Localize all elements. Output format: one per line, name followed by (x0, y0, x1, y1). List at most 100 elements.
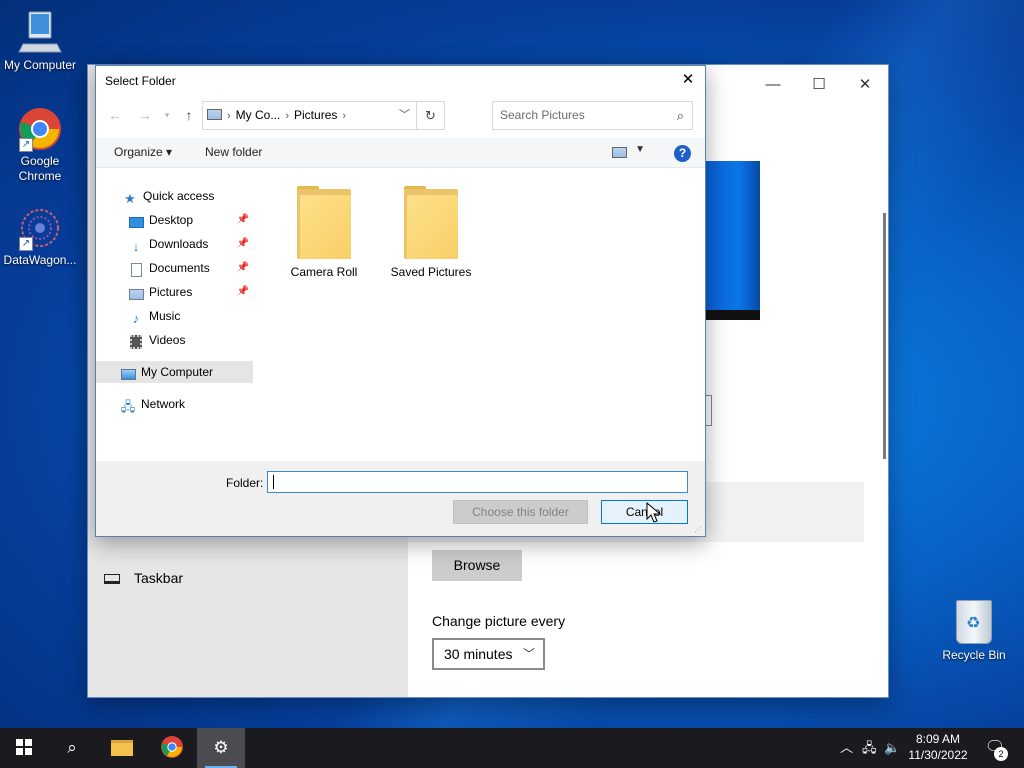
folder-icon (404, 186, 458, 259)
scrollbar[interactable] (883, 213, 886, 459)
maximize-button[interactable]: ☐ (796, 71, 842, 99)
nav-item-taskbar[interactable]: Taskbar (104, 570, 183, 586)
search-input[interactable]: Search Pictures ⌕ (492, 101, 693, 130)
pictures-icon (128, 288, 144, 302)
breadcrumb-separator-icon: › (342, 110, 347, 122)
desktop-icon-google-chrome[interactable]: ↗ Google Chrome (0, 106, 80, 184)
folder-name: Camera Roll (290, 265, 358, 279)
tree-item-label: Network (141, 397, 186, 411)
tree-item-quick-access[interactable]: ★ Quick access (96, 185, 253, 207)
desktop-icon-label: DataWagon... (3, 253, 77, 267)
minimize-button[interactable]: — (750, 71, 796, 99)
interval-select[interactable]: 30 minutes ﹀ (432, 638, 545, 670)
select-folder-dialog: Select Folder ✕ ← → ▾ ↑ › My Co... › Pictur… (95, 65, 706, 537)
up-button[interactable]: ↑ (179, 107, 199, 123)
chevron-down-icon[interactable]: ▼ (635, 144, 645, 155)
desktop-icon-label: Recycle Bin (942, 648, 1006, 662)
desktop-icon-my-computer[interactable]: My Computer (0, 10, 80, 73)
shortcut-arrow-icon: ↗ (19, 237, 33, 251)
organize-button[interactable]: Organize ▾ (114, 145, 172, 159)
address-row: ← → ▾ ↑ › My Co... › Pictures › ﹀ ↻ Search P… (96, 100, 705, 132)
tree-item-label: Videos (149, 333, 186, 347)
dialog-footer: Folder: Choose this folder Cancel ⋰ (96, 461, 705, 536)
breadcrumb-item[interactable]: My Co... (236, 108, 281, 122)
browse-button[interactable]: Browse (432, 550, 522, 581)
show-hidden-icons-button[interactable]: ︿ (840, 728, 853, 768)
tree-item-label: Desktop (149, 213, 194, 227)
tree-item-downloads[interactable]: ↓ Downloads 📌 (96, 233, 253, 255)
file-explorer-button[interactable] (98, 728, 146, 768)
breadcrumb-separator-icon: › (227, 110, 231, 122)
dialog-titlebar[interactable]: Select Folder ✕ (96, 66, 705, 96)
folder-label: Folder: (226, 476, 264, 490)
tree-item-documents[interactable]: Documents 📌 (96, 257, 253, 279)
nav-item-label: Taskbar (134, 570, 184, 586)
taskbar-icon (104, 574, 120, 585)
tree-item-label: Downloads (149, 237, 209, 251)
datawagon-icon: ↗ (17, 205, 63, 251)
tree-item-label: Music (149, 309, 181, 323)
pin-icon: 📌 (236, 286, 249, 297)
folder-field[interactable] (267, 471, 688, 493)
tree-item-label: My Computer (141, 365, 214, 379)
back-button[interactable]: ← (105, 107, 125, 123)
address-bar[interactable]: › My Co... › Pictures › ﹀ ↻ (202, 101, 445, 130)
action-center-button[interactable]: 🗨 2 (980, 728, 1010, 768)
desktop-icon-recycle-bin[interactable]: Recycle Bin (934, 600, 1014, 662)
desktop-icon (128, 216, 144, 230)
music-icon: ♪ (132, 311, 140, 326)
folder-item[interactable]: Camera Roll (274, 186, 374, 279)
computer-icon (207, 109, 222, 120)
tree-item-label: Pictures (149, 285, 193, 299)
download-icon: ↓ (132, 239, 140, 254)
search-icon: ⌕ (676, 108, 684, 123)
navigation-tree: ★ Quick access Desktop 📌 ↓ Downloads 📌 Doc… (96, 169, 253, 461)
view-icon[interactable] (612, 147, 627, 158)
chrome-taskbar-button[interactable] (148, 728, 196, 768)
breadcrumb-item[interactable]: Pictures (294, 108, 337, 122)
chrome-icon: ↗ (17, 106, 63, 152)
background-preview (706, 161, 760, 320)
new-folder-button[interactable]: New folder (205, 145, 262, 159)
folder-icon (111, 740, 133, 756)
desktop-icon-datawagon[interactable]: ↗ DataWagon... (0, 205, 80, 268)
tree-item-my-computer[interactable]: My Computer (96, 361, 253, 383)
recent-locations-button[interactable]: ▾ (157, 110, 177, 121)
tree-item-videos[interactable]: Videos (96, 329, 253, 351)
settings-taskbar-button[interactable]: ⚙ (197, 728, 245, 768)
chevron-down-icon[interactable]: ﹀ (399, 102, 410, 129)
computer-icon (120, 368, 136, 382)
choose-folder-button[interactable]: Choose this folder (453, 500, 588, 524)
forward-button[interactable]: → (135, 107, 155, 123)
tree-item-network[interactable]: 🖧 Network (96, 393, 253, 415)
close-button[interactable]: ✕ (842, 71, 888, 99)
network-icon[interactable]: 🖧 (862, 728, 877, 768)
folder-name: Saved Pictures (390, 265, 472, 279)
interval-value: 30 minutes (444, 646, 513, 662)
tree-item-pictures[interactable]: Pictures 📌 (96, 281, 253, 303)
desktop-icon-label: Google Chrome (18, 154, 62, 183)
resize-grip-icon[interactable]: ⋰ (694, 525, 702, 534)
tree-item-music[interactable]: ♪ Music (96, 305, 253, 327)
chevron-down-icon: ﹀ (522, 647, 535, 661)
search-button[interactable]: ⌕ (48, 728, 96, 768)
folder-item[interactable]: Saved Pictures (381, 186, 481, 279)
folder-icon (297, 186, 351, 259)
dialog-title: Select Folder (105, 74, 176, 88)
gear-icon: ⚙ (213, 738, 229, 757)
clock-time: 8:09 AM (915, 732, 961, 746)
document-icon (128, 263, 144, 277)
help-icon[interactable]: ? (674, 145, 691, 162)
close-icon[interactable]: ✕ (673, 66, 703, 94)
clock[interactable]: 8:09 AM 11/30/2022 (898, 731, 978, 763)
breadcrumb-separator-icon: › (285, 110, 290, 122)
tree-item-desktop[interactable]: Desktop 📌 (96, 209, 253, 231)
windows-logo-icon (16, 739, 32, 755)
recycle-bin-icon (956, 600, 992, 644)
start-button[interactable] (0, 728, 48, 768)
cancel-button[interactable]: Cancel (601, 500, 688, 524)
pin-icon: 📌 (236, 214, 249, 225)
refresh-icon[interactable]: ↻ (416, 102, 444, 129)
pin-icon: 📌 (236, 238, 249, 249)
search-placeholder: Search Pictures (500, 108, 585, 122)
